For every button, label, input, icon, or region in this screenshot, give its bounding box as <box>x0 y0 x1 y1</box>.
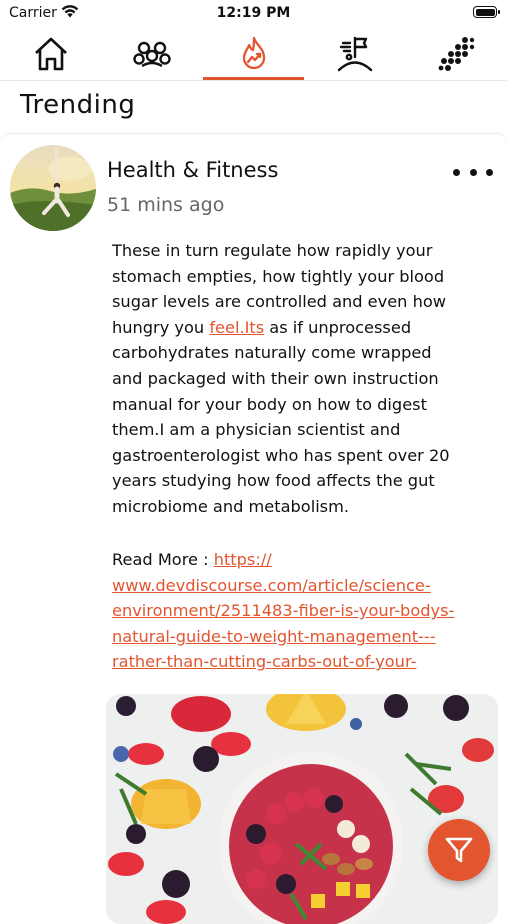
inline-link[interactable]: feel.Its <box>209 318 264 337</box>
flag-person-icon <box>337 36 372 72</box>
body-line: These in turn regulate how rapidly your <box>112 241 433 260</box>
post-body: These in turn regulate how rapidly your … <box>112 238 492 520</box>
body-text: as if unprocessed <box>264 317 412 337</box>
tab-home[interactable] <box>0 28 101 80</box>
body-line: gastroenterologist who has spent over 20 <box>112 445 450 465</box>
status-bar: Carrier 12:19 PM <box>0 0 507 26</box>
body-text: hungry you <box>112 317 210 337</box>
tab-goals[interactable] <box>304 28 405 80</box>
battery-icon <box>473 6 500 18</box>
top-tab-bar <box>0 28 507 81</box>
read-more-link[interactable]: www.devdiscourse.com/article/science- <box>112 576 431 595</box>
tab-more[interactable] <box>405 28 506 80</box>
body-line: sugar levels are controlled and even how <box>112 292 446 312</box>
read-more-link[interactable]: environment/2511483-fiber-is-your-bodys- <box>112 601 454 620</box>
body-line: manual for your body on how to digest <box>112 394 427 414</box>
body-line: and packaged with their own instruction <box>112 368 439 388</box>
yoga-avatar-image <box>10 145 96 231</box>
page-title: Trending <box>20 90 136 120</box>
read-more: Read More : https:// www.devdiscourse.co… <box>112 547 497 675</box>
post-author[interactable]: Health & Fitness <box>107 158 278 182</box>
tab-groups[interactable] <box>101 28 202 80</box>
read-more-link[interactable]: natural-guide-to-weight-management--- <box>112 627 436 646</box>
body-line: stomach empties, how tightly your blood <box>112 266 445 286</box>
tab-trending[interactable] <box>203 28 304 80</box>
read-more-link[interactable]: rather-than-cutting-carbs-out-of-your- <box>112 652 416 671</box>
more-options-button[interactable] <box>453 160 493 184</box>
body-line: hungry you feel.Its as if unprocessed <box>112 315 492 341</box>
dot-icon <box>469 168 477 176</box>
flame-trending-icon <box>242 36 265 70</box>
home-icon <box>34 37 67 71</box>
dot-icon <box>486 168 493 176</box>
filter-button[interactable] <box>428 819 490 881</box>
filter-icon <box>445 837 473 863</box>
active-tab-indicator <box>203 77 304 80</box>
post-image[interactable] <box>106 694 498 924</box>
dots-grid-icon <box>438 37 474 71</box>
author-avatar[interactable] <box>10 145 96 231</box>
body-line: years studying how food affects the gut <box>112 471 435 491</box>
post-timestamp: 51 mins ago <box>107 194 225 216</box>
clock: 12:19 PM <box>216 5 291 21</box>
dot-icon <box>453 168 460 176</box>
post-card: Health & Fitness 51 mins ago These in tu… <box>0 133 507 924</box>
body-line: microbiome and metabolism. <box>112 496 350 516</box>
body-line: them.I am a physician scientist and <box>112 420 401 440</box>
read-more-label: Read More : <box>112 550 214 569</box>
fruit-bowl-image <box>106 694 498 924</box>
group-icon <box>132 41 171 68</box>
body-line: carbohydrates naturally come wrapped <box>112 343 432 363</box>
read-more-link[interactable]: https:// <box>214 550 272 569</box>
